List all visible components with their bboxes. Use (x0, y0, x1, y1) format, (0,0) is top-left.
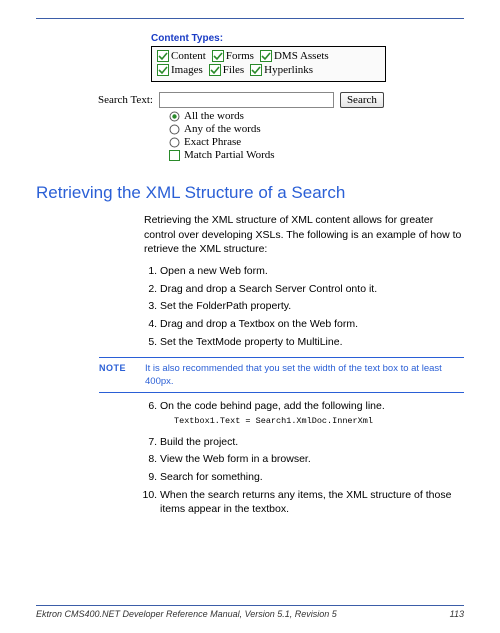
check-icon (209, 64, 221, 76)
check-icon (260, 50, 272, 62)
content-types-label: Content Types: (151, 33, 386, 44)
steps-list-1: Open a new Web form. Drag and drop a Sear… (144, 264, 464, 349)
page-footer: Ektron CMS400.NET Developer Reference Ma… (36, 605, 464, 619)
radio-label: Exact Phrase (184, 136, 241, 148)
search-row: Search Text: Search (98, 92, 464, 108)
step-text: On the code behind page, add the followi… (160, 400, 385, 412)
step-item: Search for something. (160, 470, 464, 485)
checkbox-label: Hyperlinks (264, 64, 313, 76)
step-item: Drag and drop a Textbox on the Web form. (160, 317, 464, 332)
step-item: Drag and drop a Search Server Control on… (160, 282, 464, 297)
checkbox-images[interactable]: Images (157, 64, 203, 76)
content-types-boxes: Content Forms DMS Assets Images (151, 46, 386, 82)
steps-list-2: On the code behind page, add the followi… (144, 399, 464, 428)
radio-any-words[interactable]: Any of the words (169, 123, 464, 135)
body-column: Retrieving the XML structure of XML cont… (144, 213, 464, 517)
search-input[interactable] (159, 92, 334, 108)
checkbox-label: Match Partial Words (184, 149, 275, 161)
checkbox-label: Files (223, 64, 244, 76)
radio-label: All the words (184, 110, 244, 122)
check-icon (157, 50, 169, 62)
footer-manual-title: Ektron CMS400.NET Developer Reference Ma… (36, 609, 337, 619)
checkbox-label: Forms (226, 50, 254, 62)
step-item: When the search returns any items, the X… (160, 488, 464, 517)
intro-paragraph: Retrieving the XML structure of XML cont… (144, 213, 464, 257)
checkbox-files[interactable]: Files (209, 64, 244, 76)
section-heading: Retrieving the XML Structure of a Search (36, 183, 464, 203)
step-item: Set the FolderPath property. (160, 299, 464, 314)
step-item: Open a new Web form. (160, 264, 464, 279)
steps-list-3: Build the project. View the Web form in a… (144, 435, 464, 517)
note-text: It is also recommended that you set the … (145, 362, 464, 389)
checkbox-dms-assets[interactable]: DMS Assets (260, 50, 329, 62)
content-types-group: Content Types: Content Forms DMS Assets (151, 33, 386, 82)
radio-exact-phrase[interactable]: Exact Phrase (169, 136, 464, 148)
checkbox-label: Content (171, 50, 206, 62)
step-item: Set the TextMode property to MultiLine. (160, 335, 464, 350)
checkbox-forms[interactable]: Forms (212, 50, 254, 62)
step-item: View the Web form in a browser. (160, 452, 464, 467)
step-6: On the code behind page, add the followi… (160, 399, 464, 428)
checkbox-content[interactable]: Content (157, 50, 206, 62)
footer-page-number: 113 (450, 609, 464, 619)
footer-rule (36, 605, 464, 606)
search-options: All the words Any of the words Exact Phr… (169, 110, 464, 161)
step-item: Build the project. (160, 435, 464, 450)
check-icon (157, 64, 169, 76)
check-icon (212, 50, 224, 62)
code-line: Textbox1.Text = Search1.XmlDoc.InnerXml (174, 416, 464, 428)
checkbox-label: DMS Assets (274, 50, 329, 62)
search-text-label: Search Text: (98, 94, 153, 106)
search-button[interactable]: Search (340, 92, 384, 108)
radio-all-words[interactable]: All the words (169, 110, 464, 122)
note-label: NOTE (99, 362, 137, 389)
check-icon (250, 64, 262, 76)
top-rule (36, 18, 464, 19)
radio-icon (169, 137, 180, 148)
checkbox-partial-words[interactable]: Match Partial Words (169, 149, 464, 161)
checkbox-hyperlinks[interactable]: Hyperlinks (250, 64, 313, 76)
radio-label: Any of the words (184, 123, 261, 135)
radio-selected-icon (169, 111, 180, 122)
checkbox-label: Images (171, 64, 203, 76)
radio-icon (169, 124, 180, 135)
note-block: NOTE It is also recommended that you set… (99, 357, 464, 394)
checkbox-empty-icon (169, 150, 180, 161)
